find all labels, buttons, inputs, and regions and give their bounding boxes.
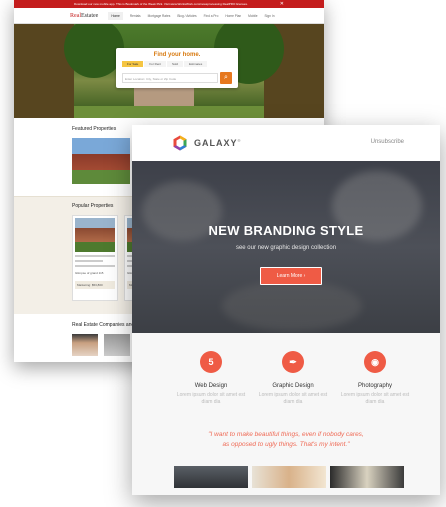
galaxy-hero: NEW BRANDING STYLE see our new graphic d… — [132, 161, 440, 333]
portfolio-strip — [174, 466, 440, 488]
nav-home-plan[interactable]: Home Plan — [225, 14, 241, 18]
pen-icon: ✒ — [282, 351, 304, 373]
announcement-text: Download our new mobile app. This is Boo… — [74, 2, 248, 6]
portfolio-image[interactable] — [252, 466, 326, 488]
property-price: Marketing: $53,800 — [75, 281, 115, 289]
galaxy-logo-text[interactable]: GALAXY® — [194, 138, 241, 148]
avatar[interactable] — [104, 334, 130, 356]
search-tabs: For Sale For Rent Sold Estimates — [122, 61, 238, 67]
property-image — [75, 218, 115, 252]
tab-for-sale[interactable]: For Sale — [122, 61, 144, 67]
nav-find-pro[interactable]: Find a Pro — [204, 14, 219, 18]
quote-line-2: as opposed to ugly things. That's my int… — [222, 441, 350, 448]
avatar[interactable] — [72, 334, 98, 356]
property-card[interactable]: Glimpse of grand 115 Marketing: $53,800 — [72, 215, 118, 301]
nav-rentals[interactable]: Rentals — [130, 14, 141, 18]
announcement-bar: Download our new mobile app. This is Boo… — [14, 0, 324, 8]
quote: "I want to make beautiful things, even i… — [132, 430, 440, 450]
logo-part-real: Real — [70, 12, 81, 19]
nav-mobile[interactable]: Mobile — [248, 14, 257, 18]
search-title: Find your home. — [153, 52, 201, 58]
service-title: Graphic Design — [272, 383, 314, 389]
service-title: Web Design — [194, 383, 228, 389]
realestate-hero: Find your home. For Sale For Rent Sold E… — [14, 24, 324, 118]
service-title: Photography — [357, 383, 393, 389]
realestate-navbar: RealEstatee Home Rentals Mortgage Rates … — [14, 8, 324, 24]
realestate-logo[interactable]: RealEstatee — [70, 13, 98, 19]
unsubscribe-link[interactable]: Unsubscribe — [371, 139, 404, 145]
nav-home[interactable]: Home — [108, 11, 123, 20]
camera-icon: ◉ — [364, 351, 386, 373]
hero-subtitle: see our new graphic design collection — [235, 245, 337, 251]
nav-blog[interactable]: Blog / Articles — [177, 14, 196, 18]
hero-title: NEW BRANDING STYLE — [208, 223, 364, 238]
portfolio-image[interactable] — [330, 466, 404, 488]
nav-sign-in[interactable]: Sign In — [265, 14, 275, 18]
service-graphic-design: ✒ Graphic Design Lorem ipsum dolor sit a… — [258, 351, 328, 406]
close-icon[interactable]: ✕ — [280, 0, 284, 8]
service-text: Lorem ipsum dolor sit amet est diam dia — [258, 392, 328, 405]
logo-part-estatee: Estatee — [81, 12, 99, 19]
quote-line-1: "I want to make beautiful things, even i… — [208, 431, 364, 438]
html5-icon: 5 — [200, 351, 222, 373]
location-search-input[interactable]: Enter Location: City, State or Zip Code — [122, 73, 218, 83]
portfolio-image[interactable] — [174, 466, 248, 488]
screenshot-stage: Download our new mobile app. This is Boo… — [0, 0, 446, 507]
services-row: 5 Web Design Lorem ipsum dolor sit amet … — [132, 333, 440, 406]
galaxy-newsletter-screenshot: GALAXY® Unsubscribe NEW BRANDING STYLE s… — [132, 125, 440, 495]
service-photography: ◉ Photography Lorem ipsum dolor sit amet… — [340, 351, 410, 406]
learn-more-button[interactable]: Learn More › — [260, 267, 322, 285]
hexagon-logo-icon — [172, 135, 188, 151]
property-meta: Glimpse of grand 115 — [75, 271, 104, 275]
home-search-box: Find your home. For Sale For Rent Sold E… — [116, 48, 238, 88]
service-web-design: 5 Web Design Lorem ipsum dolor sit amet … — [176, 351, 246, 406]
tab-for-rent[interactable]: For Rent — [144, 61, 167, 67]
service-text: Lorem ipsum dolor sit amet est diam dia — [176, 392, 246, 405]
galaxy-header: GALAXY® Unsubscribe — [132, 125, 440, 161]
search-icon[interactable]: ⌕ — [220, 72, 232, 84]
nav-mortgage-rates[interactable]: Mortgage Rates — [148, 14, 171, 18]
tab-sold[interactable]: Sold — [167, 61, 184, 67]
featured-property-image[interactable] — [72, 138, 130, 184]
tab-estimates[interactable]: Estimates — [184, 61, 208, 67]
service-text: Lorem ipsum dolor sit amet est diam dia — [340, 392, 410, 405]
